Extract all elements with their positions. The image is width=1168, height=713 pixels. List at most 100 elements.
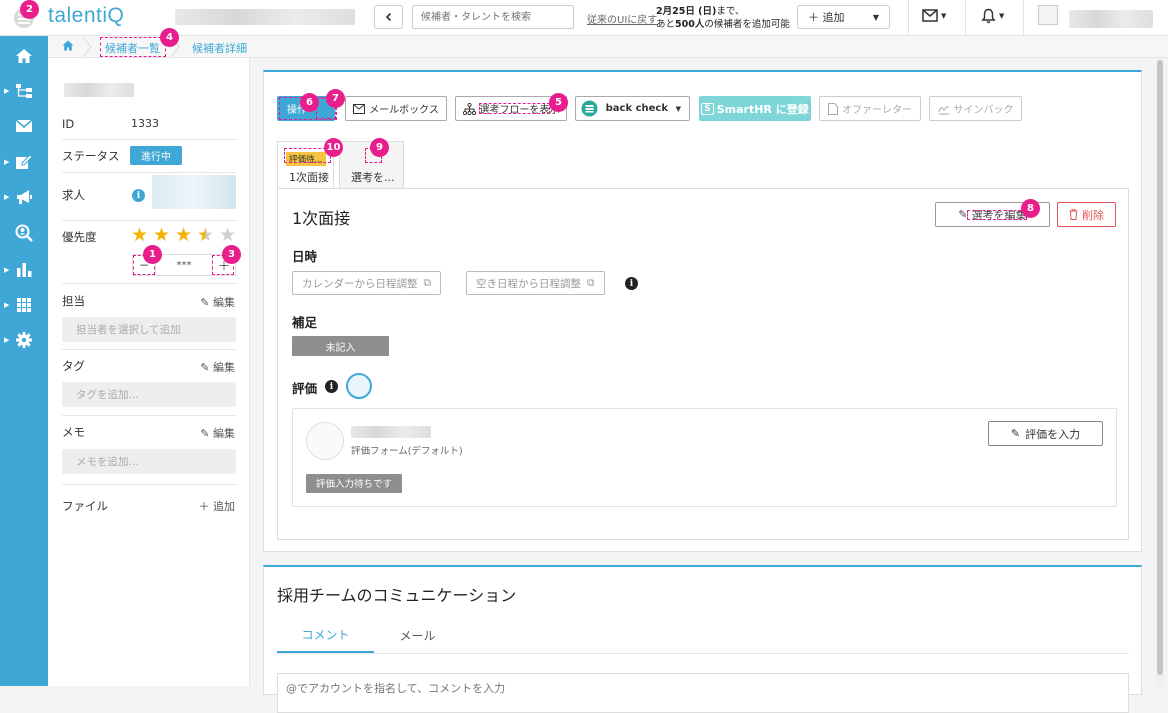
trash-icon: [1069, 209, 1078, 220]
tab-mail[interactable]: メール: [374, 617, 461, 653]
annotation-box-4: [100, 37, 166, 57]
info-icon: i: [625, 277, 638, 290]
bell-icon: [981, 8, 996, 24]
priority-star-icon[interactable]: ★: [131, 226, 148, 245]
annotation-badge-7: 7: [326, 89, 345, 108]
user-avatar[interactable]: [1038, 5, 1058, 25]
nav-settings[interactable]: ▶: [0, 325, 48, 355]
add-label: 追加: [213, 500, 235, 513]
memo-add-field[interactable]: メモを追加...: [62, 449, 236, 474]
edit-icon: [16, 154, 33, 169]
comment-input[interactable]: [277, 673, 1129, 713]
delete-button[interactable]: 削除: [1057, 202, 1116, 227]
notice-date: 2月25日 (日): [656, 6, 717, 17]
divider: [62, 220, 236, 221]
header-divider: [1023, 0, 1024, 36]
backcheck-dropdown[interactable]: back check ▼: [575, 96, 690, 121]
stepper-value[interactable]: ***: [156, 255, 212, 275]
priority-star-icon[interactable]: ★: [153, 226, 170, 245]
nav-mail[interactable]: [0, 111, 48, 141]
breadcrumb-candidate-detail[interactable]: 候補者詳細: [192, 40, 247, 56]
nav-edit[interactable]: ▶: [0, 147, 48, 177]
candidate-info-panel: ID 1333 ステータス 進行中 求人 i 優先度 ★ ★ ★ ★ ★ − *** ＋…: [48, 58, 250, 686]
mail-icon: [15, 119, 33, 132]
annotation-badge-3: 3: [222, 245, 241, 264]
file-label: ファイル: [62, 499, 108, 513]
status-badge[interactable]: 進行中: [130, 146, 182, 165]
priority-star-icon[interactable]: ★: [197, 226, 214, 245]
nav-campaign[interactable]: ▶: [0, 182, 48, 212]
tag-add-field[interactable]: タグを追加...: [62, 382, 236, 407]
id-value: 1333: [131, 117, 159, 130]
enter-evaluation-button[interactable]: ✎ 評価を入力: [988, 421, 1103, 446]
divider: [62, 349, 236, 350]
scrollbar-thumb[interactable]: [1157, 60, 1163, 675]
mailbox-button[interactable]: メールボックス: [345, 96, 447, 121]
search-person-icon: [15, 224, 33, 242]
scrollbar-track[interactable]: [1156, 58, 1164, 686]
assignee-add-field[interactable]: 担当者を選択して追加: [62, 317, 236, 342]
notice-count: 500人: [675, 19, 705, 30]
search-input[interactable]: [412, 5, 574, 29]
external-link-icon: ⧉: [423, 276, 432, 289]
note-status-badge: 未記入: [292, 336, 389, 356]
divider: [62, 283, 236, 284]
evaluator-name-blurred: [351, 426, 431, 438]
memo-edit-button[interactable]: ✎ 編集: [200, 425, 235, 441]
calendar-schedule-button[interactable]: カレンダーから日程調整 ⧉: [292, 271, 441, 295]
signback-button[interactable]: サインバック: [929, 96, 1022, 121]
annotation-badge-4: 4: [160, 28, 179, 47]
talentiq-logo: talentiQ: [48, 4, 125, 27]
evaluator-avatar[interactable]: [346, 373, 372, 399]
capacity-notice: 2月25日 (日)まで、 あと500人の候補者を追加可能: [656, 5, 790, 31]
note-label: 補足: [292, 315, 318, 330]
file-add-button[interactable]: ＋ 追加: [199, 498, 236, 514]
candidate-name-blurred: [64, 83, 134, 97]
plus-icon: ＋: [198, 500, 213, 513]
enter-evaluation-label: 評価を入力: [1025, 427, 1081, 441]
nav-talent-search[interactable]: [0, 218, 48, 248]
document-icon: [828, 102, 838, 115]
grid-icon: [17, 298, 31, 312]
job-name-blurred[interactable]: [152, 175, 236, 209]
mail-icon: [353, 103, 366, 114]
nav-apps[interactable]: ▶: [0, 290, 48, 320]
id-label: ID: [62, 117, 75, 131]
stage-detail-panel: 1次面接 ✎ 選考を編集 削除 日時 カレンダーから日程調整 ⧉ 空き日程から日程調…: [277, 188, 1129, 540]
expand-arrow-icon: ▶: [4, 87, 10, 95]
tag-edit-button[interactable]: ✎ 編集: [200, 359, 235, 375]
nav-home[interactable]: [0, 41, 48, 71]
assignee-edit-button[interactable]: ✎ 編集: [200, 294, 235, 310]
nav-reports[interactable]: ▶: [0, 255, 48, 285]
priority-star-icon[interactable]: ★: [219, 226, 236, 245]
mail-menu-button[interactable]: ▼: [922, 9, 946, 22]
pencil-icon: ✎: [200, 427, 213, 440]
calendar-schedule-label: カレンダーから日程調整: [302, 277, 418, 290]
gear-icon: [16, 332, 32, 348]
assignee-label: 担当: [62, 294, 85, 308]
caret-down-icon: ▼: [941, 11, 947, 20]
selection-card: 操作 メールボックス 選考フローを表示 back check ▼ S Smart…: [263, 70, 1142, 552]
divider: [62, 415, 236, 416]
add-dropdown-button[interactable]: ＋ 追加 ▼: [797, 5, 890, 29]
back-button[interactable]: [374, 5, 403, 29]
annotation-badge-5: 5: [549, 93, 568, 112]
smarthr-register-button[interactable]: S SmartHR に登録: [699, 96, 811, 121]
megaphone-icon: [17, 190, 32, 204]
job-label: 求人: [62, 188, 85, 202]
status-label: ステータス: [62, 149, 120, 163]
user-name-blurred[interactable]: [1069, 10, 1153, 28]
free-slot-schedule-button[interactable]: 空き日程から日程調整 ⧉: [466, 271, 605, 295]
chevron-left-icon: [385, 12, 391, 22]
nav-pipeline[interactable]: ▶: [0, 76, 48, 106]
side-navigation: ▶ ▶ ▶ ▶ ▶ ▶: [0, 36, 48, 686]
divider: [62, 484, 236, 485]
priority-rating[interactable]: ★ ★ ★ ★ ★: [131, 226, 241, 246]
offer-letter-button[interactable]: オファーレター: [819, 96, 921, 121]
tab-comment[interactable]: コメント: [277, 617, 374, 653]
priority-star-icon[interactable]: ★: [175, 226, 192, 245]
home-crumb[interactable]: [62, 40, 74, 54]
old-ui-link[interactable]: 従来のUIに戻す: [587, 11, 657, 26]
info-icon: i: [325, 380, 338, 393]
notification-menu-button[interactable]: ▼: [981, 8, 1004, 24]
